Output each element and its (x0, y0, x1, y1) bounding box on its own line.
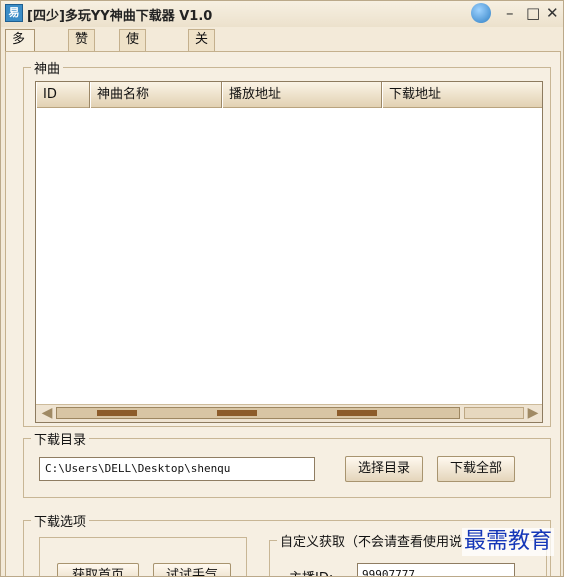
songs-group-legend: 神曲 (31, 58, 64, 77)
scrollbar-track[interactable] (56, 407, 460, 419)
close-button[interactable]: ✕ (546, 3, 559, 23)
app-icon: 易 (5, 4, 23, 22)
custom-fetch-legend: 自定义获取（不会请查看使用说 (277, 531, 466, 550)
maximize-button[interactable]: □ (526, 3, 540, 23)
anchor-id-label: 主播ID: (289, 567, 333, 576)
scroll-left-icon[interactable]: ◀ (38, 406, 56, 420)
column-header-download-url[interactable]: 下载地址 (382, 82, 542, 108)
tab-duowan-yy[interactable]: 多玩YY (5, 29, 35, 87)
download-dir-legend: 下载目录 (31, 429, 90, 448)
download-options-legend: 下载选项 (31, 511, 90, 530)
title-bar: 易 [四少]多玩YY神曲下载器 V1.0 – □ ✕ (1, 1, 563, 27)
scrollbar-track-end[interactable] (464, 407, 524, 419)
scroll-right-icon[interactable]: ▶ (524, 406, 542, 420)
scrollbar-grip[interactable] (97, 410, 137, 416)
horizontal-scrollbar[interactable]: ◀ ▶ (36, 404, 542, 422)
watermark-text: 最需教育 (462, 528, 555, 556)
fetch-homepage-button[interactable]: 获取首页 (57, 563, 139, 576)
app-window: 易 [四少]多玩YY神曲下载器 V1.0 – □ ✕ 多玩YY 赞助 使用说明 … (0, 0, 564, 577)
window-title: [四少]多玩YY神曲下载器 V1.0 (27, 9, 213, 24)
download-all-button[interactable]: 下载全部 (437, 456, 515, 482)
tab-sponsor[interactable]: 赞助 (68, 29, 96, 67)
anchor-id-input[interactable]: 99907777 (357, 563, 515, 576)
choose-directory-button[interactable]: 选择目录 (345, 456, 423, 482)
songs-list[interactable]: ID 神曲名称 播放地址 下载地址 ◀ ▶ (35, 81, 543, 423)
column-header-play-url[interactable]: 播放地址 (222, 82, 382, 108)
scrollbar-grip[interactable] (217, 410, 257, 416)
column-header-id[interactable]: ID (36, 82, 90, 108)
column-header-song-name[interactable]: 神曲名称 (90, 82, 222, 108)
minimize-button[interactable]: – (506, 3, 514, 23)
scrollbar-grip[interactable] (337, 410, 377, 416)
download-path-input[interactable]: C:\Users\DELL\Desktop\shenqu (39, 457, 315, 481)
tab-about[interactable]: 关于 (188, 29, 216, 67)
skin-icon[interactable] (471, 3, 491, 23)
try-luck-button[interactable]: 试试手气 (153, 563, 231, 576)
tab-instructions[interactable]: 使用说明 (119, 29, 147, 107)
songs-list-header: ID 神曲名称 播放地址 下载地址 (36, 82, 542, 108)
